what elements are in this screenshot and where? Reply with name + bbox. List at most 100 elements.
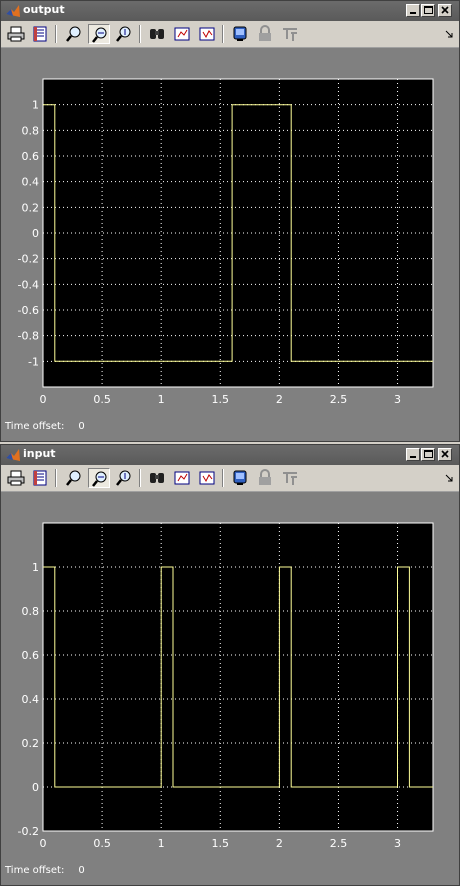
restore-axes-settings-icon (199, 471, 215, 485)
parameters-button[interactable] (29, 468, 51, 488)
zoom-x-icon (92, 27, 107, 43)
time-offset-value: 0 (78, 421, 85, 432)
x-tick-label: 0.5 (93, 837, 111, 850)
time-offset-label: Time offset: (5, 865, 65, 876)
signal-selection-icon (283, 28, 297, 41)
autoscale-button[interactable] (146, 468, 168, 488)
signal-selection-button[interactable] (279, 24, 301, 44)
y-tick-label: 0 (32, 227, 39, 240)
zoom-y-button[interactable] (113, 24, 135, 44)
dock-arrow-icon (445, 474, 453, 482)
restore-axes-settings-icon (199, 27, 215, 41)
y-tick-label: 0.2 (22, 201, 40, 214)
floating-scope-icon (233, 470, 247, 485)
scope-toolbar (1, 21, 459, 48)
x-tick-label: 2.5 (330, 393, 348, 406)
close-button[interactable] (438, 448, 452, 461)
plot-area (43, 79, 433, 387)
close-button[interactable] (438, 4, 452, 17)
matlab-logo-icon (6, 449, 20, 461)
zoom-y-button[interactable] (113, 468, 135, 488)
input-scope-window: input 0 0.5 1 1.5 2 2.5 3 1 0.8 0.6 0.4 0.2 0 -0.2 Ti… (0, 444, 460, 886)
input-plot[interactable]: 0 0.5 1 1.5 2 2.5 310.80.60.40.20-0.2 (1, 491, 459, 861)
restore-axes-button[interactable] (196, 468, 218, 488)
autoscale-button[interactable] (146, 24, 168, 44)
output-time-offset: Time offset: 0 (5, 421, 85, 432)
x-tick-label: 1 (158, 837, 165, 850)
x-tick-label: 3 (394, 837, 401, 850)
x-tick-label: 1 (158, 393, 165, 406)
floating-scope-button[interactable] (229, 24, 251, 44)
input-time-offset: Time offset: 0 (5, 865, 85, 876)
maximize-button[interactable] (421, 448, 435, 461)
input-title-bar[interactable]: input (1, 445, 459, 465)
output-title-bar[interactable]: output (1, 1, 459, 21)
zoom-icon (66, 26, 81, 42)
x-tick-label: 1.5 (212, 393, 230, 406)
restore-axes-button[interactable] (196, 24, 218, 44)
y-tick-label: 0 (32, 781, 39, 794)
dock-arrow-button[interactable] (439, 468, 460, 488)
zoom-y-icon (116, 26, 131, 42)
save-axes-button[interactable] (171, 468, 193, 488)
x-tick-label: 0.5 (93, 393, 111, 406)
lock-axes-icon (259, 25, 271, 41)
save-axes-button[interactable] (171, 24, 193, 44)
zoom-button[interactable] (63, 468, 85, 488)
y-tick-label: 0.4 (22, 693, 40, 706)
dock-arrow-icon (445, 30, 453, 38)
y-tick-label: 0.4 (22, 176, 40, 189)
y-tick-label: 0.8 (22, 124, 40, 137)
y-tick-label: -0.2 (18, 253, 39, 266)
autoscale-binoculars-icon (150, 473, 164, 483)
output-scope-window: output 0 0.5 1 1.5 2 2.5 3 1 0.8 0.6 0.4 0.2 0 -0.2 -0… (0, 0, 460, 442)
time-offset-value: 0 (78, 865, 85, 876)
zoom-x-icon (92, 471, 107, 487)
window-title: input (23, 447, 56, 460)
print-button[interactable] (5, 24, 27, 44)
x-tick-label: 1.5 (212, 837, 230, 850)
zoom-x-button[interactable] (88, 468, 110, 488)
y-tick-label: 0.6 (22, 649, 40, 662)
autoscale-binoculars-icon (150, 29, 164, 39)
minimize-button[interactable] (406, 4, 420, 17)
scope-toolbar (1, 465, 459, 492)
signal-selection-button[interactable] (279, 468, 301, 488)
lock-axes-button[interactable] (254, 468, 276, 488)
x-tick-label: 2 (276, 393, 283, 406)
print-icon (7, 470, 25, 486)
parameters-icon (33, 470, 47, 486)
print-button[interactable] (5, 468, 27, 488)
lock-axes-icon (259, 469, 271, 485)
zoom-x-button[interactable] (88, 24, 110, 44)
dock-arrow-button[interactable] (439, 24, 460, 44)
y-tick-label: -1 (28, 355, 39, 368)
signal-selection-icon (283, 472, 297, 485)
y-tick-label: 1 (32, 99, 39, 112)
parameters-button[interactable] (29, 24, 51, 44)
y-tick-label: -0.4 (18, 278, 39, 291)
x-tick-label: 2 (276, 837, 283, 850)
y-tick-label: -0.6 (18, 304, 39, 317)
minimize-button[interactable] (406, 448, 420, 461)
floating-scope-button[interactable] (229, 468, 251, 488)
y-tick-label: 0.2 (22, 737, 40, 750)
output-plot[interactable]: 0 0.5 1 1.5 2 2.5 3 1 0.8 0.6 0.4 0.2 0 -0.2 -0.4 -0.6 -… (1, 47, 459, 417)
maximize-button[interactable] (421, 4, 435, 17)
y-tick-label: 1 (32, 561, 39, 574)
matlab-logo-icon (6, 5, 20, 17)
x-tick-label: 2.5 (330, 837, 348, 850)
x-tick-label: 3 (394, 393, 401, 406)
time-offset-label: Time offset: (5, 421, 65, 432)
save-axes-settings-icon (174, 27, 190, 41)
print-icon (7, 26, 25, 42)
y-tick-label: 0.6 (22, 150, 40, 163)
y-tick-label: -0.2 (18, 825, 39, 838)
zoom-button[interactable] (63, 24, 85, 44)
parameters-icon (33, 26, 47, 42)
y-tick-label: 0.8 (22, 605, 40, 618)
zoom-y-icon (116, 470, 131, 486)
window-title: output (23, 3, 65, 16)
lock-axes-button[interactable] (254, 24, 276, 44)
save-axes-settings-icon (174, 471, 190, 485)
